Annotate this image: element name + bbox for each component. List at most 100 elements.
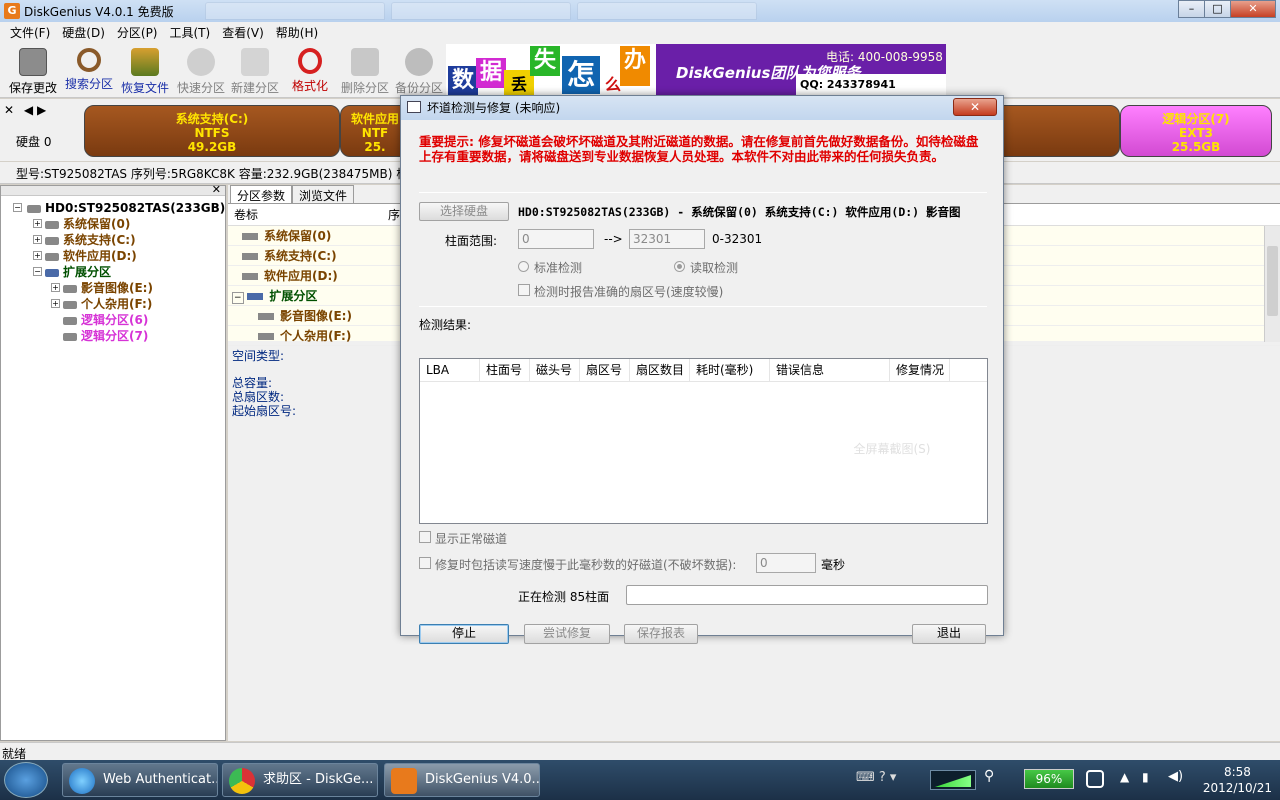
expand-icon[interactable]: + [33,251,42,260]
close-button[interactable]: ✕ [1230,0,1276,18]
col-sector-count[interactable]: 扇区数目 [630,359,690,381]
ie-icon [69,768,95,794]
col-repair[interactable]: 修复情况 [890,359,950,381]
partition-icon [45,220,59,229]
col-head[interactable]: 磁头号 [530,359,580,381]
volume-icon[interactable]: ◀) [1168,769,1183,784]
backup-partition-button[interactable]: 备份分区 [392,46,446,96]
ms-threshold-input[interactable]: 0 [756,553,816,573]
partition-block-logical-7[interactable]: 逻辑分区(7) EXT3 25.5GB [1120,105,1272,157]
read-check-radio[interactable] [674,261,685,272]
save-changes-button[interactable]: 保存更改 [6,46,60,96]
col-elapsed[interactable]: 耗时(毫秒) [690,359,770,381]
ad-phone: 电话: 400-008-9958 [826,50,943,64]
tree-item[interactable]: 逻辑分区(6) [1,312,225,328]
ad-banner[interactable]: 数 据 丢 失 怎 么 办 DiskGenius团队为您服务 电话: 400-0… [446,44,946,96]
window-title: DiskGenius V4.0.1 免费版 [24,4,174,19]
col-cylinder[interactable]: 柱面号 [480,359,530,381]
collapse-icon[interactable]: − [33,267,42,276]
show-normal-checkbox[interactable] [419,531,431,543]
collapse-icon[interactable]: − [13,203,22,212]
close-small-icon[interactable]: ✕ [4,103,14,117]
cylinder-to-input[interactable]: 32301 [629,229,705,249]
clock[interactable]: 8:58 2012/10/21 [1203,764,1272,796]
exit-button[interactable]: 退出 [912,624,986,644]
partition-block-extended[interactable] [990,105,1120,157]
tree-root[interactable]: − HD0:ST925082TAS(233GB) [1,200,225,216]
background-tabs [205,2,757,20]
repair-slow-checkbox[interactable] [419,557,431,569]
tab-browse-files[interactable]: 浏览文件 [292,185,355,203]
app-icon: G [4,3,20,19]
menu-view[interactable]: 查看(V) [216,24,270,41]
expand-icon[interactable]: + [33,235,42,244]
menu-file[interactable]: 文件(F) [4,24,56,41]
save-report-button[interactable]: 保存报表 [624,624,698,644]
tree-item[interactable]: + 个人杂用(F:) [1,296,225,312]
new-partition-button[interactable]: 新建分区 [228,46,282,96]
tab-partition-params[interactable]: 分区参数 [230,185,293,203]
cylinder-range-label: 柱面范围: [445,234,498,248]
menu-partition[interactable]: 分区(P) [111,24,164,41]
partition-block-c[interactable]: 系统支持(C:) NTFS 49.2GB [84,105,340,157]
network-meter[interactable] [930,770,976,790]
battery-indicator[interactable]: 96% [1024,769,1074,789]
col-lba[interactable]: LBA [420,359,480,381]
menu-help[interactable]: 帮助(H) [270,24,324,41]
tree-close-icon[interactable]: ✕ [212,183,221,196]
cylinder-from-input[interactable]: 0 [518,229,594,249]
taskbar-item-diskgenius[interactable]: DiskGenius V4.0... [384,763,540,797]
expand-icon[interactable]: + [51,283,60,292]
power-icon[interactable] [1086,770,1104,788]
dialog-body: 重要提示: 修复坏磁道会破坏坏磁道及其附近磁道的数据。请在修复前首先做好数据备份… [401,120,1003,644]
quick-partition-button[interactable]: 快速分区 [174,46,228,96]
report-sector-label: 检测时报告准确的扇区号(速度较慢) [534,285,724,299]
tree-item[interactable]: + 影音图像(E:) [1,280,225,296]
menu-bar: 文件(F) 硬盘(D) 分区(P) 工具(T) 查看(V) 帮助(H) [0,22,1280,42]
expand-icon[interactable]: + [33,219,42,228]
dialog-title-bar: 坏道检测与修复 (未响应) ✕ [401,96,1003,120]
dialog-close-button[interactable]: ✕ [953,98,997,116]
delete-partition-button[interactable]: 删除分区 [338,46,392,96]
next-disk-icon[interactable]: ▶ [37,103,46,117]
ad-char: 怎 [562,56,600,94]
taskbar-item-ie[interactable]: Web Authenticat... [62,763,218,797]
tree-item[interactable]: + 系统保留(0) [1,216,225,232]
standard-check-radio[interactable] [518,261,529,272]
tree-item[interactable]: + 软件应用(D:) [1,248,225,264]
show-hidden-icon[interactable]: ▲ [1120,770,1129,784]
partition-icon [63,316,77,325]
menu-tools[interactable]: 工具(T) [164,24,217,41]
maximize-button[interactable]: □ [1204,0,1231,18]
tree-item[interactable]: 逻辑分区(7) [1,328,225,344]
try-repair-button[interactable]: 尝试修复 [524,624,610,644]
cylinder-range-text: 0-32301 [712,232,763,246]
toolbar: 保存更改 搜索分区 恢复文件 快速分区 新建分区 格式化 删除分区 备份分区 数… [0,42,1280,98]
wifi-icon[interactable]: ⚲ [984,768,994,784]
recover-files-button[interactable]: 恢复文件 [118,46,172,96]
prev-disk-icon[interactable]: ◀ [24,103,33,117]
partition-tree: ✕ − HD0:ST925082TAS(233GB) + 系统保留(0) + 系… [0,183,226,741]
minimize-button[interactable]: – [1178,0,1205,18]
search-partition-button[interactable]: 搜索分区 [62,46,116,92]
col-error[interactable]: 错误信息 [770,359,890,381]
read-check-label: 读取检测 [690,261,739,275]
format-button[interactable]: 格式化 [283,46,337,94]
taskbar-item-chrome[interactable]: 求助区 - DiskGe... [222,763,378,797]
tree-item[interactable]: − 扩展分区 [1,264,225,280]
tree-item[interactable]: + 系统支持(C:) [1,232,225,248]
stop-button[interactable]: 停止 [419,624,509,644]
ad-char: 据 [476,58,506,88]
menu-disk[interactable]: 硬盘(D) [56,24,111,41]
start-button[interactable] [4,762,48,798]
select-disk-button[interactable]: 选择硬盘 [419,202,509,221]
report-sector-checkbox[interactable] [518,284,530,296]
quick-partition-icon [187,48,215,76]
progress-bar [626,585,988,605]
tray-icons-left[interactable]: ⌨ ? ▾ [856,770,920,788]
chrome-icon [229,768,255,794]
col-sector[interactable]: 扇区号 [580,359,630,381]
expand-icon[interactable]: + [51,299,60,308]
signal-icon[interactable]: ▮ [1142,770,1149,784]
table-scrollbar[interactable] [1264,226,1280,342]
